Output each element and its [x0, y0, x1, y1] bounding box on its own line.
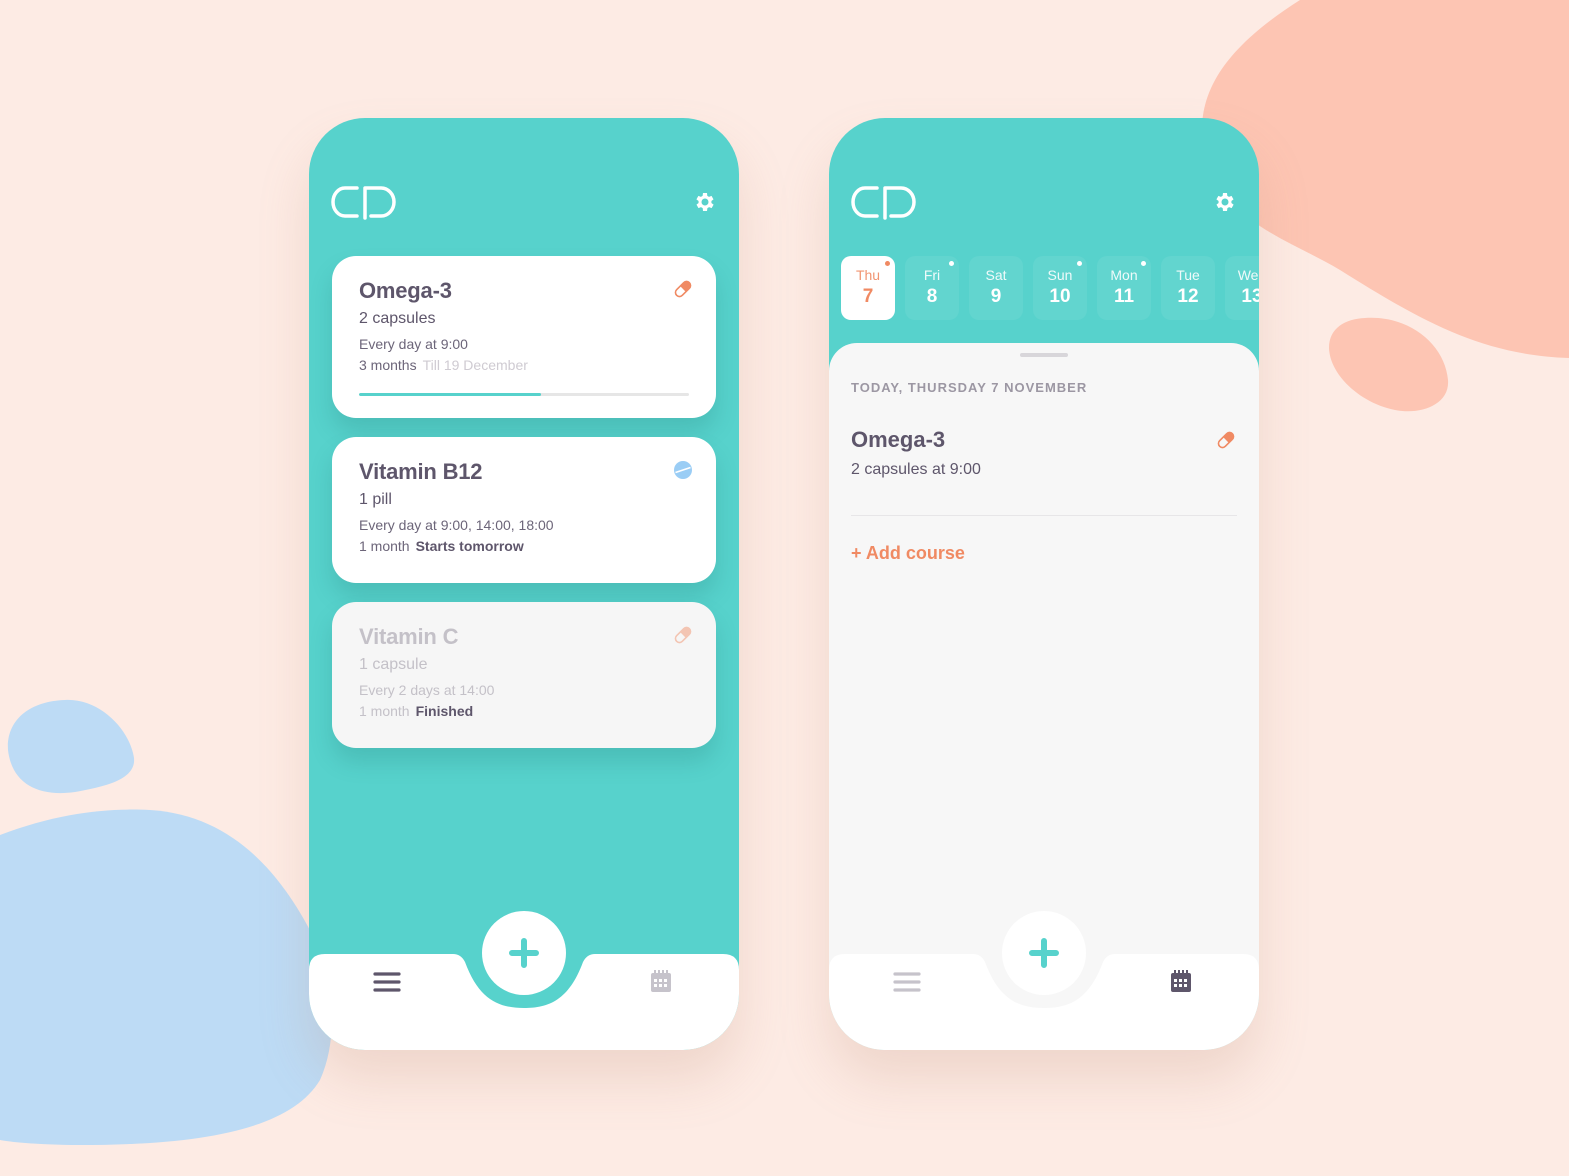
day-name: Sat: [985, 267, 1007, 283]
phone-courses-screen: Omega-3 2 capsules Every day at 9:00 3 m…: [309, 118, 739, 1050]
day-chip[interactable]: Thu 7: [841, 256, 895, 320]
plus-icon: [509, 938, 539, 968]
dose-detail: 2 capsules at 9:00: [851, 461, 981, 478]
day-chip[interactable]: Sun 10: [1033, 256, 1087, 320]
day-chip[interactable]: Wed 13: [1225, 256, 1259, 320]
day-number: 8: [926, 286, 938, 307]
course-card[interactable]: Omega-3 2 capsules Every day at 9:00 3 m…: [332, 256, 716, 418]
day-name: Thu: [855, 267, 881, 283]
has-dose-dot: [885, 261, 890, 266]
day-number: 13: [1241, 286, 1259, 307]
course-schedule: Every 2 days at 14:00: [359, 682, 495, 698]
course-duration: 3 months: [359, 357, 417, 373]
day-name: Sun: [1047, 267, 1073, 283]
capsule-icon: [674, 280, 692, 298]
day-name: Wed: [1237, 267, 1259, 283]
day-name: Tue: [1176, 267, 1200, 283]
day-number: 7: [862, 286, 874, 307]
dose-list-item[interactable]: Omega-3 2 capsules at 9:00: [851, 427, 1237, 479]
course-name: Vitamin C: [359, 624, 459, 649]
day-name: Mon: [1110, 267, 1138, 283]
day-number: 10: [1049, 286, 1071, 307]
calendar-icon[interactable]: [1169, 968, 1193, 994]
blue-blob-small: [7, 699, 135, 794]
course-dose: 2 capsules: [359, 310, 436, 327]
course-name: Vitamin B12: [359, 459, 483, 484]
course-meta: 1 month Starts tomorrow: [359, 538, 689, 554]
course-duration: 1 month: [359, 538, 410, 554]
background-blobs: [0, 0, 1569, 1145]
course-card-finished[interactable]: Vitamin C 1 capsule Every 2 days at 14:0…: [332, 602, 716, 748]
course-status: Starts tomorrow: [415, 538, 524, 554]
course-status: Till 19 December: [422, 357, 528, 373]
gear-icon[interactable]: [693, 190, 717, 214]
app-logo: [851, 186, 916, 220]
has-dose-dot: [949, 261, 954, 266]
course-card[interactable]: Vitamin B12 1 pill Every day at 9:00, 14…: [332, 437, 716, 583]
today-date-label: TODAY, THURSDAY 7 NOVEMBER: [851, 380, 1088, 395]
course-duration: 1 month: [359, 703, 410, 719]
tab-bar: [829, 910, 1259, 1050]
course-schedule: Every day at 9:00: [359, 336, 468, 352]
course-meta: 1 month Finished: [359, 703, 689, 719]
pill-icon: [674, 461, 692, 479]
list-icon[interactable]: [893, 970, 921, 994]
add-course-button[interactable]: [1002, 911, 1086, 995]
tab-bar: [309, 910, 739, 1050]
day-number: 12: [1177, 286, 1199, 307]
peach-blob-small: [1329, 317, 1449, 412]
capsule-icon: [1217, 431, 1235, 449]
day-chip[interactable]: Fri 8: [905, 256, 959, 320]
calendar-icon[interactable]: [649, 968, 673, 994]
sheet-drag-handle[interactable]: [1020, 353, 1068, 357]
add-course-button[interactable]: [482, 911, 566, 995]
plus-icon: [1029, 938, 1059, 968]
course-progress-bar: [359, 393, 689, 396]
day-number: 11: [1113, 286, 1135, 307]
day-chip[interactable]: Tue 12: [1161, 256, 1215, 320]
gear-icon[interactable]: [1213, 190, 1237, 214]
has-dose-dot: [1141, 261, 1146, 266]
divider: [851, 515, 1237, 516]
app-logo: [331, 186, 396, 220]
day-chip[interactable]: Mon 11: [1097, 256, 1151, 320]
course-name: Omega-3: [359, 278, 452, 303]
dose-name: Omega-3: [851, 427, 946, 452]
day-name: Fri: [923, 267, 941, 283]
course-meta: 3 months Till 19 December: [359, 357, 689, 373]
phone-schedule-screen: Thu 7 Fri 8 Sat 9 Sun 10 Mon 11 Tue 12 Wed 13 T…: [829, 118, 1259, 1050]
course-status: Finished: [415, 703, 474, 719]
list-icon[interactable]: [373, 970, 401, 994]
add-course-link[interactable]: + Add course: [851, 543, 965, 564]
progress-fill: [359, 393, 541, 396]
has-dose-dot: [1077, 261, 1082, 266]
capsule-icon: [674, 626, 692, 644]
course-dose: 1 pill: [359, 491, 392, 508]
day-chip[interactable]: Sat 9: [969, 256, 1023, 320]
course-dose: 1 capsule: [359, 656, 428, 673]
day-number: 9: [990, 286, 1002, 307]
day-selector: Thu 7 Fri 8 Sat 9 Sun 10 Mon 11 Tue 12 Wed 13: [841, 256, 1259, 320]
blue-blob-large: [0, 809, 332, 1145]
course-schedule: Every day at 9:00, 14:00, 18:00: [359, 517, 554, 533]
